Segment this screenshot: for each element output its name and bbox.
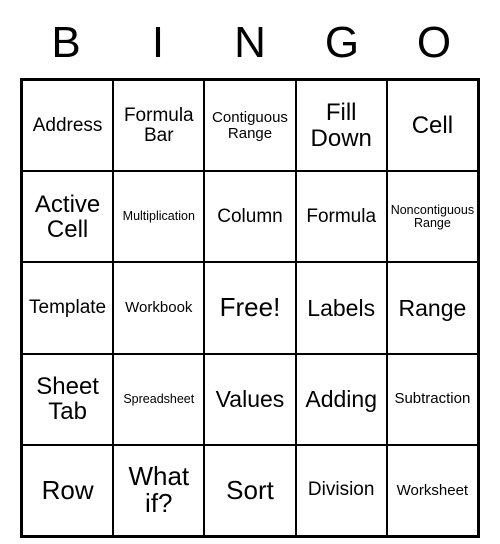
bingo-header: B I N G O [20, 18, 480, 68]
bingo-cell[interactable]: Template [22, 262, 113, 353]
bingo-cell[interactable]: Spreadsheet [113, 354, 204, 445]
bingo-cell[interactable]: Division [296, 445, 387, 536]
bingo-cell[interactable]: Noncontiguous Range [387, 171, 478, 262]
bingo-cell[interactable]: Column [204, 171, 295, 262]
bingo-cell[interactable]: Adding [296, 354, 387, 445]
bingo-cell[interactable]: Sheet Tab [22, 354, 113, 445]
bingo-cell[interactable]: Contiguous Range [204, 80, 295, 171]
bingo-cell[interactable]: Active Cell [22, 171, 113, 262]
bingo-cell[interactable]: Worksheet [387, 445, 478, 536]
bingo-cell[interactable]: Cell [387, 80, 478, 171]
bingo-cell[interactable]: Labels [296, 262, 387, 353]
bingo-cell[interactable]: Formula Bar [113, 80, 204, 171]
bingo-cell[interactable]: Workbook [113, 262, 204, 353]
bingo-cell[interactable]: Values [204, 354, 295, 445]
header-letter-i: I [112, 18, 204, 68]
bingo-cell[interactable]: What if? [113, 445, 204, 536]
header-letter-n: N [204, 18, 296, 68]
header-letter-b: B [20, 18, 112, 68]
bingo-cell[interactable]: Subtraction [387, 354, 478, 445]
bingo-cell[interactable]: Fill Down [296, 80, 387, 171]
bingo-cell[interactable]: Formula [296, 171, 387, 262]
bingo-grid: Address Formula Bar Contiguous Range Fil… [20, 78, 480, 538]
bingo-cell[interactable]: Range [387, 262, 478, 353]
header-letter-g: G [296, 18, 388, 68]
bingo-cell[interactable]: Sort [204, 445, 295, 536]
bingo-cell[interactable]: Multiplication [113, 171, 204, 262]
bingo-cell-free[interactable]: Free! [204, 262, 295, 353]
bingo-cell[interactable]: Row [22, 445, 113, 536]
bingo-cell[interactable]: Address [22, 80, 113, 171]
header-letter-o: O [388, 18, 480, 68]
